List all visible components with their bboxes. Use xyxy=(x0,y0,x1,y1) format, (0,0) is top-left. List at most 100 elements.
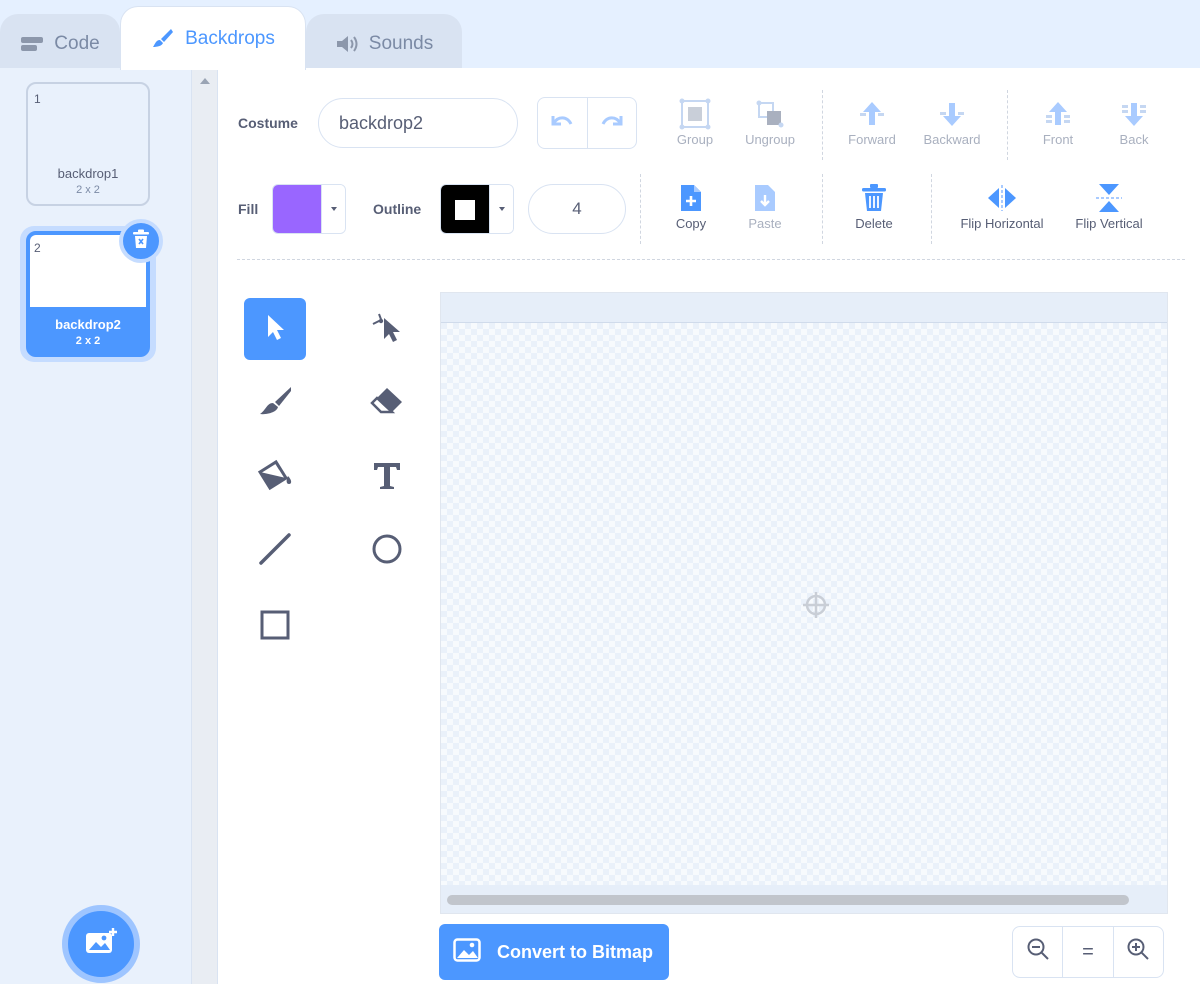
zoom-reset-button[interactable]: = xyxy=(1062,927,1112,977)
reshape-cursor-icon xyxy=(370,310,404,349)
flip-horizontal-button[interactable]: Flip Horizontal xyxy=(950,180,1054,231)
flip-horizontal-icon xyxy=(986,180,1018,216)
text-tool[interactable] xyxy=(356,446,418,508)
image-icon xyxy=(453,937,481,967)
delete-backdrop-button[interactable] xyxy=(119,219,163,263)
flip-vertical-button[interactable]: Flip Vertical xyxy=(1064,180,1154,231)
outline-color-swatch xyxy=(441,185,489,233)
back-button[interactable]: Back xyxy=(1106,96,1162,147)
toolbar-divider xyxy=(1007,90,1008,160)
code-blocks-icon xyxy=(20,35,44,53)
copy-icon xyxy=(678,180,704,216)
back-label: Back xyxy=(1119,132,1149,147)
zoom-out-button[interactable] xyxy=(1013,927,1062,977)
add-image-icon xyxy=(84,927,118,962)
circle-icon xyxy=(371,533,403,570)
undo-icon xyxy=(549,112,575,135)
front-button[interactable]: Front xyxy=(1030,96,1086,147)
line-icon xyxy=(258,532,292,571)
arrow-down-backward-icon xyxy=(937,96,967,132)
arrow-up-forward-icon xyxy=(857,96,887,132)
flip-horizontal-label: Flip Horizontal xyxy=(960,216,1044,231)
brush-tool[interactable] xyxy=(244,372,306,434)
backward-button[interactable]: Backward xyxy=(914,96,990,147)
ungroup-label: Ungroup xyxy=(745,132,795,147)
fill-tool[interactable] xyxy=(244,446,306,508)
backdrop-index: 1 xyxy=(34,92,41,106)
chevron-down-icon xyxy=(489,185,513,233)
backdrop-size: 2 x 2 xyxy=(75,335,101,347)
rectangle-tool[interactable] xyxy=(244,596,306,658)
zoom-controls: = xyxy=(1012,926,1164,978)
backdrop-list-scrollbar[interactable] xyxy=(192,68,218,984)
tab-code[interactable]: Code xyxy=(0,14,120,72)
text-t-icon xyxy=(371,459,403,496)
canvas-top-bar xyxy=(441,293,1167,323)
eraser-icon xyxy=(369,385,405,422)
costume-label: Costume xyxy=(238,115,298,131)
front-label: Front xyxy=(1042,132,1074,147)
fill-color-swatch xyxy=(273,185,321,233)
convert-to-bitmap-button[interactable]: Convert to Bitmap xyxy=(439,924,669,980)
toolbar-bottom-divider xyxy=(237,259,1185,260)
zoom-in-icon xyxy=(1126,937,1150,967)
paintbrush-icon xyxy=(257,384,293,423)
circle-tool[interactable] xyxy=(356,520,418,582)
ungroup-button[interactable]: Ungroup xyxy=(736,96,804,147)
chevron-down-icon xyxy=(321,185,345,233)
toolbar-divider xyxy=(931,174,932,244)
outline-width-input[interactable]: 4 xyxy=(528,184,626,234)
scroll-up-arrow-icon[interactable] xyxy=(200,78,210,84)
costume-name-input[interactable]: backdrop2 xyxy=(318,98,518,148)
backdrop-index: 2 xyxy=(34,241,41,255)
tab-code-label: Code xyxy=(54,32,100,54)
redo-icon xyxy=(599,112,625,135)
toolbar-divider xyxy=(822,174,823,244)
backdrop-item-1[interactable]: 1 backdrop1 2 x 2 xyxy=(26,82,150,206)
fill-color-picker[interactable] xyxy=(272,184,346,234)
outline-label: Outline xyxy=(373,201,422,217)
undo-button[interactable] xyxy=(538,98,587,148)
redo-button[interactable] xyxy=(586,98,637,148)
arrow-cursor-icon xyxy=(262,312,288,347)
speaker-icon xyxy=(335,34,359,54)
toolbar-divider xyxy=(640,174,641,244)
canvas-horizontal-scrollbar[interactable] xyxy=(441,885,1167,913)
backdrop-name: backdrop1 xyxy=(57,166,119,181)
paste-button[interactable]: Paste xyxy=(740,180,790,231)
paint-bucket-icon xyxy=(256,458,294,497)
eraser-tool[interactable] xyxy=(356,372,418,434)
tab-sounds[interactable]: Sounds xyxy=(306,14,462,72)
tab-backdrops[interactable]: Backdrops xyxy=(120,6,306,70)
forward-label: Forward xyxy=(848,132,896,147)
paintbrush-icon xyxy=(151,27,175,51)
toolbar-divider xyxy=(822,90,823,160)
zoom-in-button[interactable] xyxy=(1112,927,1163,977)
arrow-down-back-icon xyxy=(1119,96,1149,132)
trash-icon xyxy=(132,229,150,254)
delete-button[interactable]: Delete xyxy=(846,180,902,231)
paint-canvas[interactable] xyxy=(440,292,1168,914)
backdrop-name: backdrop2 xyxy=(55,317,121,332)
backward-label: Backward xyxy=(923,132,981,147)
convert-to-bitmap-label: Convert to Bitmap xyxy=(497,941,654,962)
arrow-up-front-icon xyxy=(1043,96,1073,132)
editor-tabs: Code Backdrops Sounds xyxy=(0,0,1200,72)
select-tool[interactable] xyxy=(244,298,306,360)
group-button[interactable]: Group xyxy=(664,96,726,147)
line-tool[interactable] xyxy=(244,520,306,582)
rectangle-icon xyxy=(259,609,291,646)
forward-button[interactable]: Forward xyxy=(840,96,904,147)
outline-color-picker[interactable] xyxy=(440,184,514,234)
choose-backdrop-button[interactable] xyxy=(62,905,140,983)
scrollbar-thumb[interactable] xyxy=(447,895,1129,905)
copy-button[interactable]: Copy xyxy=(666,180,716,231)
reshape-tool[interactable] xyxy=(356,298,418,360)
undo-redo-group xyxy=(537,97,637,149)
tab-backdrops-label: Backdrops xyxy=(185,27,275,49)
zoom-out-icon xyxy=(1026,937,1050,967)
delete-label: Delete xyxy=(855,216,893,231)
flip-vertical-icon xyxy=(1095,180,1123,216)
group-icon xyxy=(679,96,711,132)
crosshair-icon xyxy=(801,590,831,625)
